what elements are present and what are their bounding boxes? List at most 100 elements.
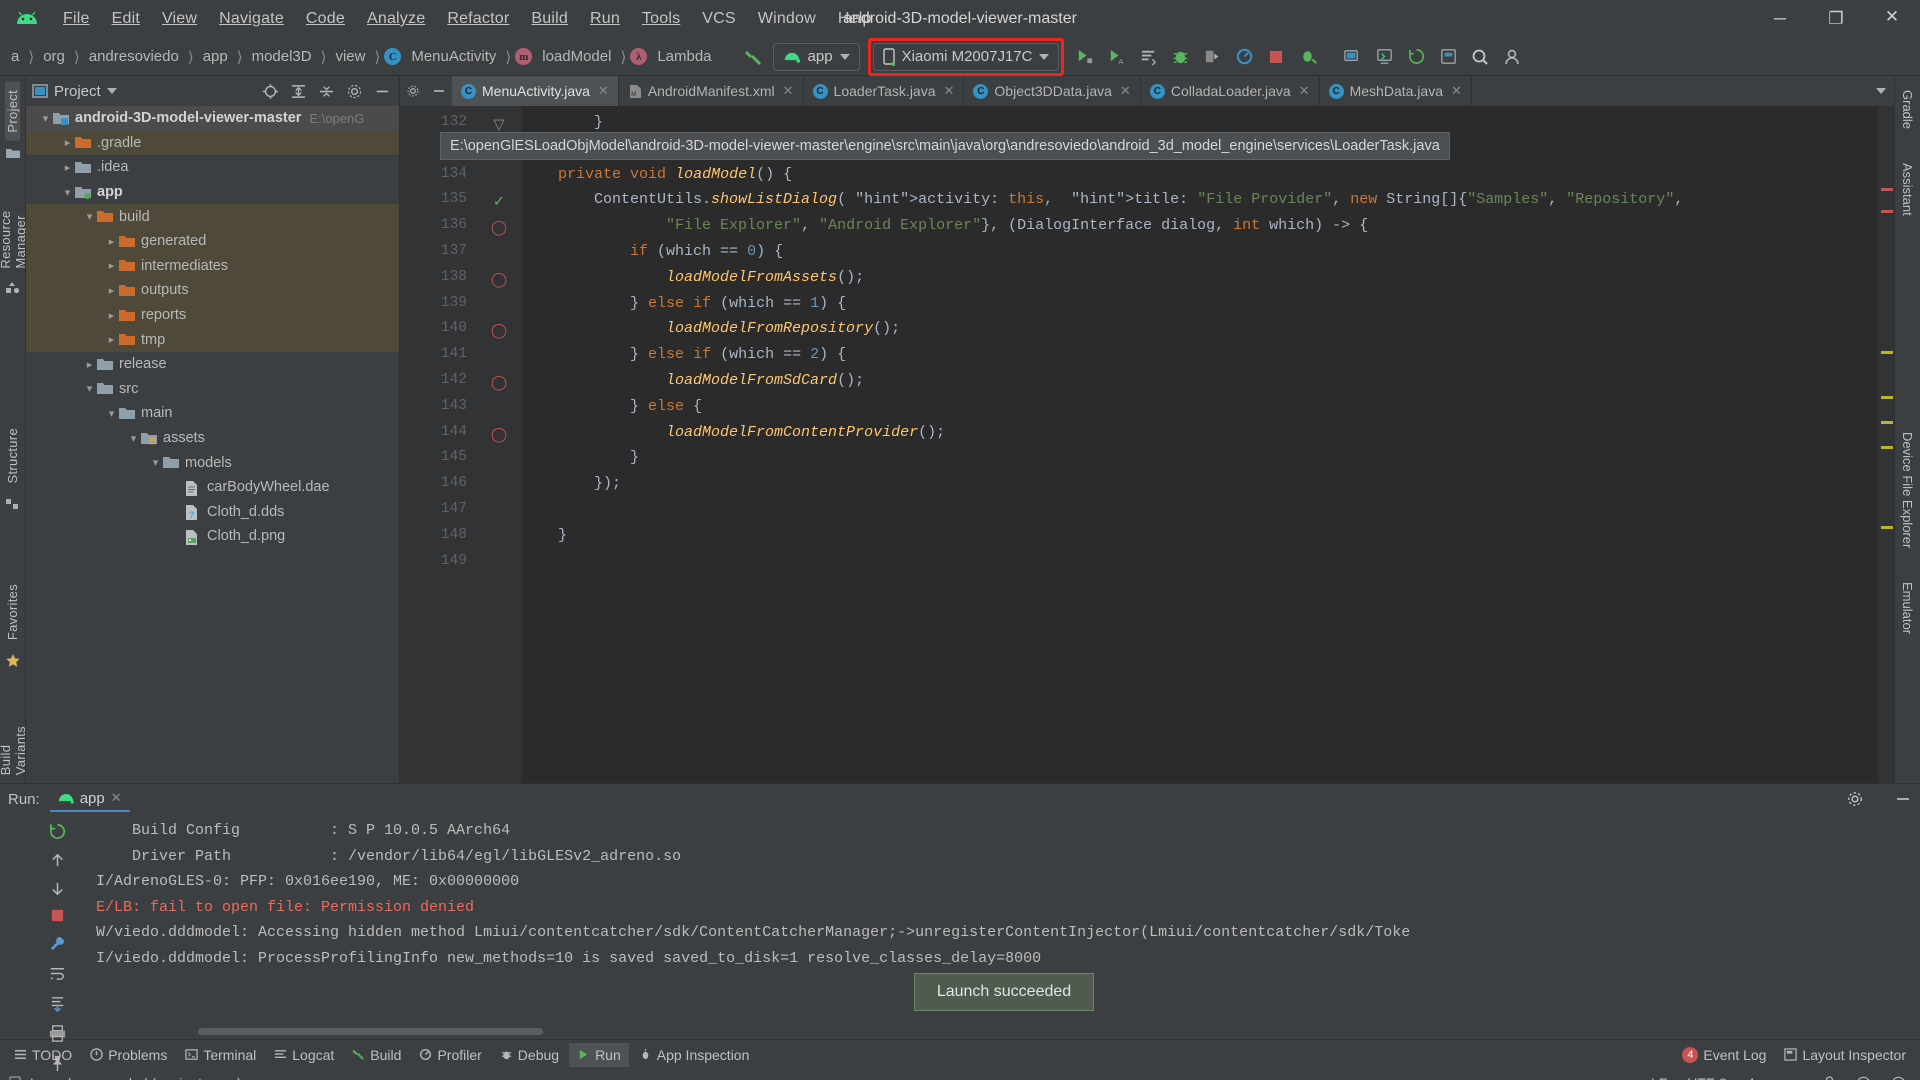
bottom-item-event-log[interactable]: 4 Event Log: [1674, 1043, 1774, 1067]
menu-build[interactable]: Build: [520, 6, 579, 32]
folder-icon[interactable]: [6, 147, 20, 159]
bottom-item-app-inspection[interactable]: App Inspection: [631, 1043, 758, 1067]
sidebar-item-structure[interactable]: Structure: [5, 420, 20, 491]
sdk-manager-icon[interactable]: [1369, 43, 1399, 71]
tree-item-outputs[interactable]: ▸outputs: [26, 278, 399, 303]
tab-colladaloader[interactable]: C ColladaLoader.java ✕: [1141, 76, 1320, 106]
menu-refactor[interactable]: Refactor: [436, 6, 520, 32]
menu-edit[interactable]: Edit: [101, 6, 151, 32]
tab-androidmanifest[interactable]: M AndroidManifest.xml ✕: [619, 76, 804, 106]
search-icon[interactable]: [1465, 43, 1495, 71]
chevron-down-icon[interactable]: [107, 88, 117, 94]
close-icon[interactable]: ✕: [944, 83, 955, 99]
breadcrumb-item-app[interactable]: app: [196, 46, 235, 67]
tree-item-main[interactable]: ▾main: [26, 401, 399, 426]
stop-icon[interactable]: [45, 908, 69, 923]
sync-gradle-icon[interactable]: [1401, 43, 1431, 71]
run-tab-app[interactable]: app ✕: [50, 787, 130, 812]
bottom-item-profiler[interactable]: Profiler: [411, 1043, 489, 1067]
device-selector[interactable]: Xiaomi M2007J17C: [873, 43, 1060, 71]
up-icon[interactable]: [45, 852, 69, 869]
structure-icon[interactable]: [6, 498, 20, 510]
chevron-right-icon[interactable]: ▸: [104, 235, 119, 248]
bottom-item-layout-inspector[interactable]: Layout Inspector: [1776, 1043, 1914, 1067]
chevron-right-icon[interactable]: ▸: [104, 333, 119, 346]
tabs-overflow-icon[interactable]: [1868, 76, 1894, 106]
star-icon[interactable]: [6, 654, 20, 668]
close-icon[interactable]: ✕: [1299, 83, 1310, 99]
chevron-right-icon[interactable]: ▸: [104, 259, 119, 272]
breakpoint-marker[interactable]: ◯: [476, 217, 522, 243]
tree-item-src[interactable]: ▾src: [26, 377, 399, 402]
expand-all-icon[interactable]: [287, 80, 309, 102]
bottom-item-problems[interactable]: Problems: [82, 1043, 175, 1067]
menu-file[interactable]: File: [52, 6, 101, 32]
maximize-button[interactable]: ❐: [1808, 0, 1864, 38]
breadcrumb-item-lambda[interactable]: λ Lambda: [628, 46, 718, 67]
sidebar-item-device-file-explorer[interactable]: Device File Explorer: [1900, 424, 1915, 556]
code-text[interactable]: } private void loadModel() { ContentUtil…: [522, 106, 1878, 783]
collapse-all-icon[interactable]: [315, 80, 337, 102]
sidebar-item-gradle[interactable]: Gradle: [1900, 82, 1915, 137]
code-viewport[interactable]: 1321331341351361371381391401411421431441…: [400, 106, 1894, 783]
tree-item-app[interactable]: ▾app: [26, 180, 399, 205]
hide-panel-icon[interactable]: [371, 80, 393, 102]
lock-icon[interactable]: [1817, 1076, 1842, 1080]
soft-wrap-icon[interactable]: [45, 964, 69, 983]
chevron-right-icon[interactable]: ▸: [104, 284, 119, 297]
smiley-alt-icon[interactable]: [1885, 1076, 1912, 1080]
tree-item-generated[interactable]: ▸generated: [26, 229, 399, 254]
tab-collapse-icon[interactable]: [426, 76, 452, 106]
close-icon[interactable]: ✕: [783, 83, 794, 99]
close-icon[interactable]: ✕: [598, 83, 609, 99]
tab-menuactivity[interactable]: C MenuActivity.java ✕: [452, 76, 619, 106]
tree-item-intermediates[interactable]: ▸intermediates: [26, 254, 399, 279]
menu-vcs[interactable]: VCS: [691, 6, 747, 32]
breadcrumb-item-org[interactable]: org: [36, 46, 72, 67]
stop-icon[interactable]: [1261, 43, 1291, 71]
rerun-icon[interactable]: [45, 822, 69, 841]
breadcrumb-item-menuactivity[interactable]: C MenuActivity: [382, 46, 503, 67]
bottom-item-debug[interactable]: Debug: [492, 1043, 567, 1067]
breakpoint-marker[interactable]: ◯: [476, 424, 522, 450]
chevron-right-icon[interactable]: ▸: [60, 161, 75, 174]
chevron-down-icon[interactable]: ▾: [82, 210, 97, 223]
apply-code-changes-icon[interactable]: [1133, 43, 1163, 71]
tab-settings-icon[interactable]: [400, 76, 426, 106]
chevron-right-icon[interactable]: ▸: [104, 309, 119, 322]
chevron-down-icon[interactable]: ▾: [148, 456, 163, 469]
menu-window[interactable]: Window: [747, 6, 827, 32]
menu-analyze[interactable]: Analyze: [356, 6, 436, 32]
tab-meshdata[interactable]: C MeshData.java ✕: [1320, 76, 1472, 106]
scroll-to-end-icon[interactable]: [45, 994, 69, 1013]
close-icon[interactable]: ✕: [1451, 83, 1462, 99]
bottom-item-run[interactable]: Run: [569, 1043, 629, 1067]
tree-item-release[interactable]: ▸release: [26, 352, 399, 377]
smiley-icon[interactable]: [1850, 1076, 1877, 1080]
sidebar-item-emulator[interactable]: Emulator: [1900, 574, 1915, 642]
tree-item-tmp[interactable]: ▸tmp: [26, 327, 399, 352]
menu-view[interactable]: View: [151, 6, 208, 32]
module-selector[interactable]: app: [773, 43, 860, 71]
breadcrumb-item-andresoviedo[interactable]: andresoviedo: [82, 46, 186, 67]
tree-item-cloth-d-png[interactable]: Cloth_d.png: [26, 524, 399, 549]
bottom-item-terminal[interactable]: Terminal: [177, 1043, 264, 1067]
tree-item-models[interactable]: ▾models: [26, 450, 399, 475]
menu-navigate[interactable]: Navigate: [208, 6, 295, 32]
apply-changes-icon[interactable]: A: [1101, 43, 1131, 71]
run-console[interactable]: Build Config : S P 10.0.5 AArch64 Driver…: [88, 814, 1920, 1039]
minimize-button[interactable]: ─: [1752, 0, 1808, 38]
print-icon[interactable]: [45, 1024, 69, 1043]
sidebar-item-build-variants[interactable]: Build Variants: [0, 698, 28, 783]
minimize-icon[interactable]: [1894, 790, 1912, 808]
breadcrumb-item-java[interactable]: ​a: [4, 46, 26, 67]
wrench-icon[interactable]: [45, 934, 69, 953]
line-separator[interactable]: LF: [1645, 1075, 1673, 1080]
attach-debugger-icon[interactable]: [1197, 43, 1227, 71]
layout-inspector-icon[interactable]: [1433, 43, 1463, 71]
bottom-item-logcat[interactable]: Logcat: [266, 1043, 342, 1067]
close-button[interactable]: ✕: [1864, 0, 1920, 38]
breakpoint-marker[interactable]: ◯: [476, 320, 522, 346]
tree-item-reports[interactable]: ▸reports: [26, 303, 399, 328]
tab-loadertask[interactable]: C LoaderTask.java ✕: [804, 76, 965, 106]
